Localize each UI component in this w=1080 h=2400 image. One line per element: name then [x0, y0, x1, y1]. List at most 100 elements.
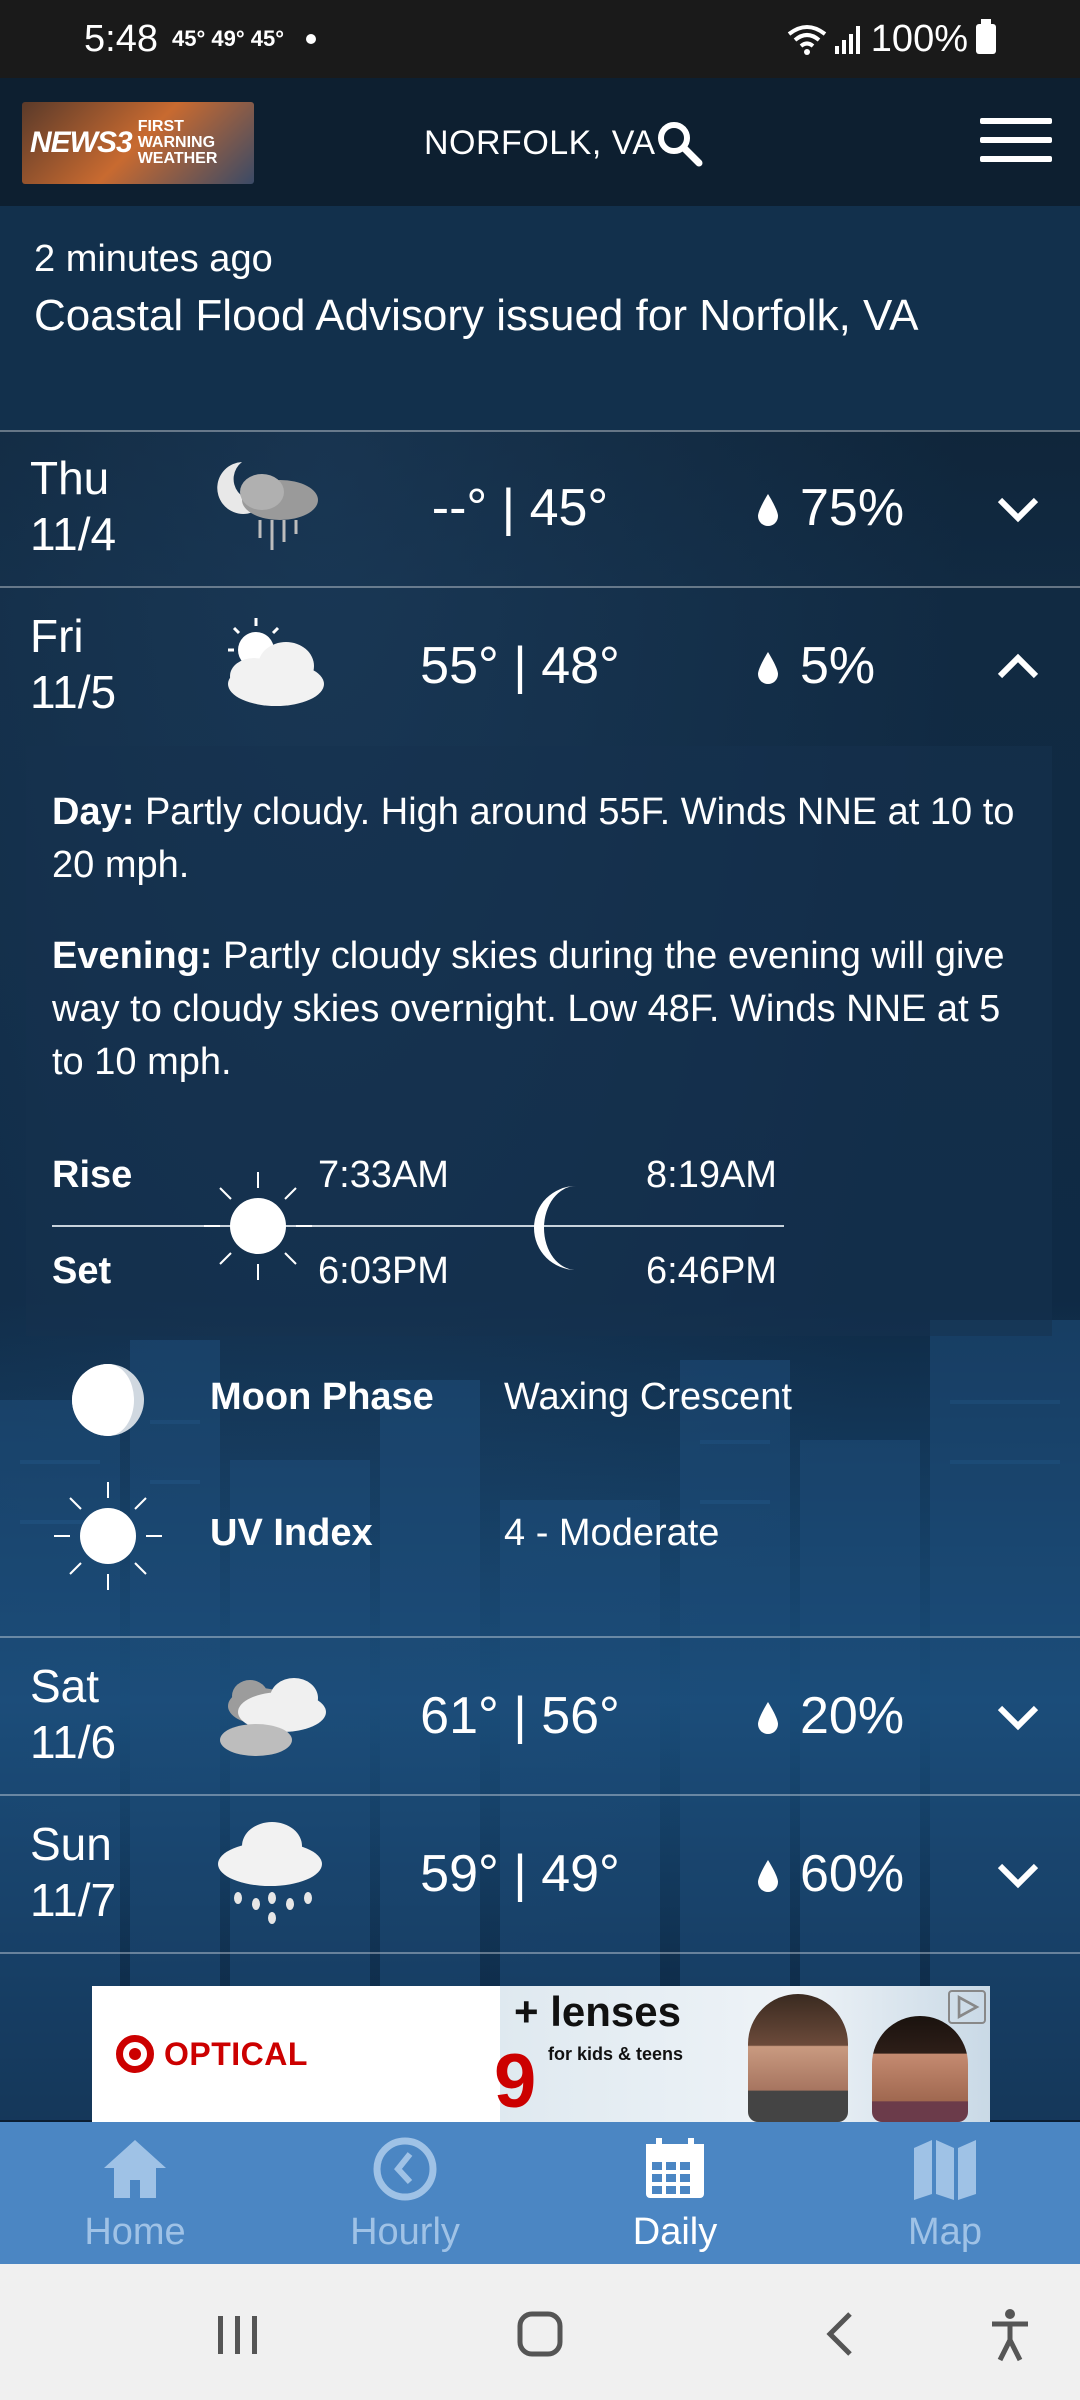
day-forecast: Day: Partly cloudy. High around 55F. Win…	[52, 786, 1026, 892]
ad-number: 9	[494, 2039, 537, 2122]
battery-percent: 100%	[870, 17, 968, 60]
hamburger-menu-icon[interactable]	[980, 118, 1052, 166]
moon-phase-label: Moon Phase	[210, 1376, 434, 1418]
nav-hourly[interactable]: Hourly	[270, 2122, 540, 2264]
alert-time: 2 minutes ago	[34, 238, 273, 280]
divider	[0, 1636, 1080, 1638]
precip-drop-icon	[758, 1860, 778, 1892]
set-label: Set	[52, 1250, 112, 1292]
app-header: NEWS3 FIRST WARNING WEATHER NORFOLK, VA	[0, 78, 1080, 206]
bottom-nav: Home Hourly Daily Map	[0, 2122, 1080, 2264]
chevron-down-icon[interactable]	[994, 1692, 1042, 1740]
moon-phase-row: Moon Phase Waxing Crescent	[0, 1340, 1080, 1460]
chevron-down-icon[interactable]	[994, 1850, 1042, 1898]
nav-daily[interactable]: Daily	[540, 2122, 810, 2264]
logo-sub2: WARNING	[137, 134, 216, 151]
recent-apps-icon[interactable]	[208, 2306, 268, 2362]
night-rain-icon	[217, 462, 318, 550]
status-bar: 5:48 45° 49° 45° 100%	[0, 0, 1080, 78]
sunset-time: 6:03PM	[318, 1250, 449, 1292]
home-button-icon[interactable]	[510, 2306, 570, 2362]
sun-icon	[204, 1172, 312, 1280]
nav-hourly-label: Hourly	[350, 2211, 460, 2253]
logo-main: NEWS3	[30, 126, 133, 159]
moonset-time: 6:46PM	[646, 1250, 777, 1292]
logo-sub3: WEATHER	[137, 150, 218, 167]
moon-phase-icon	[72, 1364, 144, 1436]
partly-cloudy-icon	[228, 618, 324, 706]
day-label: Fri 11/5	[30, 608, 116, 720]
moon-phase-value: Waxing Crescent	[504, 1376, 792, 1418]
ad-banner[interactable]: OPTICAL + lenses for kids & teens 9	[92, 1986, 990, 2122]
day-row-fri[interactable]: Fri 11/5 55° | 48° 5%	[0, 590, 1080, 746]
cloudy-icon	[220, 1678, 326, 1756]
uv-sun-icon	[54, 1482, 162, 1590]
home-icon	[104, 2140, 166, 2198]
accessibility-icon[interactable]	[980, 2306, 1040, 2362]
precip-drop-icon	[758, 494, 778, 526]
day-temps: 55° | 48°	[420, 637, 620, 695]
chevron-up-icon[interactable]	[994, 642, 1042, 690]
precip-drop-icon	[758, 652, 778, 684]
logo-sub: FIRST WARNING WEATHER	[138, 119, 218, 167]
nav-home-label: Home	[84, 2211, 186, 2253]
back-icon[interactable]	[812, 2306, 872, 2362]
day-row-sat[interactable]: Sat 11/6 61° | 56° 20%	[0, 1640, 1080, 1796]
rise-set-line	[52, 1225, 784, 1227]
day-precip: 75%	[800, 479, 905, 537]
day-row-thu[interactable]: Thu 11/4 --° | 45° 75%	[0, 432, 1080, 588]
rise-label: Rise	[52, 1154, 133, 1196]
day-temps: 59° | 49°	[420, 1845, 620, 1903]
day-name: Fri	[30, 610, 84, 662]
nav-home[interactable]: Home	[0, 2122, 270, 2264]
news3-logo[interactable]: NEWS3 FIRST WARNING WEATHER	[22, 102, 254, 184]
battery-icon	[976, 19, 996, 54]
day-forecast-text: Partly cloudy. High around 55F. Winds NN…	[52, 791, 1015, 886]
day-label: Thu 11/4	[30, 450, 116, 562]
status-time: 5:48	[84, 17, 158, 60]
evening-forecast-label: Evening:	[52, 935, 213, 977]
day-precip: 60%	[800, 1845, 905, 1903]
evening-forecast: Evening: Partly cloudy skies during the …	[52, 930, 1026, 1089]
nav-map[interactable]: Map	[810, 2122, 1080, 2264]
day-detail-panel: Day: Partly cloudy. High around 55F. Win…	[26, 746, 1052, 1336]
moon-icon	[534, 1186, 576, 1270]
day-date: 11/6	[30, 1716, 117, 1768]
ad-brand: OPTICAL	[164, 2035, 308, 2072]
alert-banner[interactable]: 2 minutes ago Coastal Flood Advisory iss…	[0, 206, 1080, 430]
day-name: Sun	[30, 1818, 112, 1870]
day-precip: 5%	[800, 637, 876, 695]
ad-left: OPTICAL	[92, 1986, 500, 2122]
day-temps: 61° | 56°	[420, 1687, 620, 1745]
logo-sub1: FIRST	[137, 118, 184, 135]
wifi-icon	[787, 25, 827, 55]
location-label[interactable]: NORFOLK, VA	[424, 124, 656, 163]
alert-title: Coastal Flood Advisory issued for Norfol…	[34, 291, 919, 340]
moonrise-time: 8:19AM	[646, 1154, 777, 1196]
search-icon[interactable]	[654, 118, 704, 168]
day-row-sun[interactable]: Sun 11/7 59° | 49° 60%	[0, 1798, 1080, 1954]
divider	[0, 586, 1080, 588]
day-temps: --° | 45°	[431, 479, 609, 537]
ad-photo-teen	[872, 2016, 968, 2122]
nav-map-label: Map	[908, 2211, 982, 2253]
chevron-down-icon[interactable]	[994, 484, 1042, 532]
signal-icon	[834, 26, 860, 54]
clock-icon	[373, 2137, 437, 2201]
day-date: 11/5	[30, 666, 117, 718]
notification-dot-icon	[306, 34, 316, 44]
nav-daily-label: Daily	[632, 2211, 718, 2253]
uv-index-row: UV Index 4 - Moderate	[0, 1476, 1080, 1596]
precip-drop-icon	[758, 1702, 778, 1734]
day-name: Sat	[30, 1660, 100, 1712]
ad-headline: + lenses	[514, 1988, 681, 2035]
status-temps: 45° 49° 45°	[171, 26, 284, 51]
adchoices-icon[interactable]	[948, 1990, 986, 2024]
divider	[0, 1794, 1080, 1796]
uv-index-value: 4 - Moderate	[504, 1512, 720, 1554]
uv-index-label: UV Index	[210, 1512, 373, 1554]
divider	[0, 1952, 1080, 1954]
system-nav-bar	[0, 2264, 1080, 2400]
ad-sub: for kids & teens	[548, 2044, 684, 2064]
day-label: Sat 11/6	[30, 1658, 116, 1770]
